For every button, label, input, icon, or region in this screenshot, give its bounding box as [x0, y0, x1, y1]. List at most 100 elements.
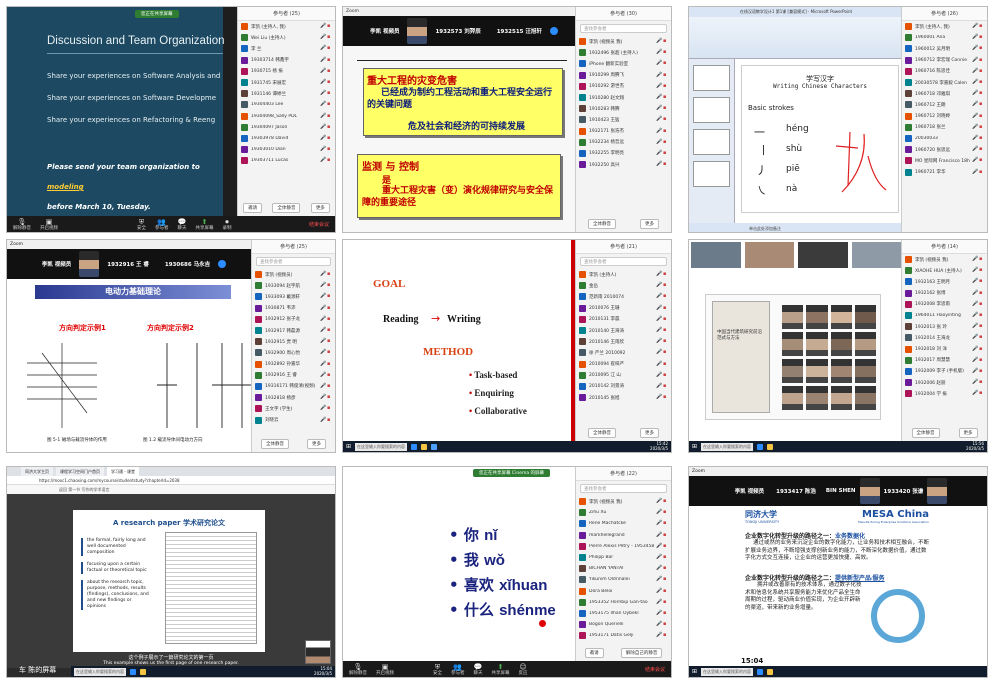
participants-button[interactable]: 👥 参与者	[155, 218, 169, 231]
taskbar-search[interactable]: 在这里输入你要搜索的内容	[701, 442, 754, 451]
camera-off-icon[interactable]: ▪	[663, 139, 668, 145]
mic-muted-icon[interactable]: 🎤	[972, 368, 978, 374]
camera-off-icon[interactable]: ▪	[663, 339, 668, 344]
mic-muted-icon[interactable]: 🎤	[320, 46, 326, 51]
mic-muted-icon[interactable]: 🎤	[320, 80, 326, 85]
camera-off-icon[interactable]: ▪	[327, 113, 332, 119]
camera-off-icon[interactable]: ▪	[663, 272, 668, 277]
mic-muted-icon[interactable]: 🎤	[656, 339, 662, 344]
camera-off-icon[interactable]: ▪	[327, 158, 332, 163]
participant-row[interactable]: 1932916 王 睿 🎤 ▪	[252, 370, 335, 381]
more-button[interactable]: 更多	[310, 203, 330, 213]
more-button[interactable]: 更多	[640, 428, 659, 438]
app-icon-edge[interactable]	[757, 443, 764, 450]
participant-row[interactable]: 1932008 李思雨 🎤 ▪	[902, 299, 987, 310]
mic-muted-icon[interactable]: 🎤	[972, 24, 978, 29]
participant-row[interactable]: 19303711 Lucas 🎤 ▪	[238, 155, 335, 166]
video-tile-host[interactable]: 李凯 视频员	[362, 16, 407, 46]
camera-off-icon[interactable]: ▪	[327, 80, 332, 85]
unmute-self-button[interactable]: 解除自己的静音	[620, 648, 663, 658]
camera-off-icon[interactable]: ▪	[327, 147, 332, 152]
participant-row[interactable]: 19304097 Jason 🎤 ▪	[238, 122, 335, 133]
participant-row[interactable]: 1931745 宋展宏 🎤 ▪	[238, 77, 335, 88]
camera-off-icon[interactable]: ▪	[327, 406, 332, 411]
camera-off-icon[interactable]: ▪	[327, 24, 332, 29]
video-thumb-1[interactable]	[691, 242, 741, 268]
mic-muted-icon[interactable]: 🎤	[320, 135, 326, 141]
app-icon-folder[interactable]	[421, 443, 428, 450]
camera-off-icon[interactable]: ▪	[327, 272, 332, 277]
tab-2[interactable]: 课程学习空间门户首页	[56, 467, 104, 476]
mic-muted-icon[interactable]: 🎤	[320, 383, 326, 389]
participant-row[interactable]: 1932006 赵丽 🎤 ▪	[902, 377, 987, 388]
participant-row[interactable]: 李凯 (视频员 我) 🎤 ▪	[576, 496, 671, 507]
thumb-4[interactable]	[693, 161, 730, 187]
participant-row[interactable]: markhellegrand 🎤 ▪	[576, 530, 671, 541]
mic-muted-icon[interactable]: 🎤	[656, 577, 662, 582]
video-tile-2[interactable]: 1933417 陈浩	[770, 476, 822, 506]
camera-off-icon[interactable]: ▪	[327, 46, 332, 51]
security-button[interactable]: ⛨ 安全	[433, 663, 442, 676]
camera-off-icon[interactable]: ▪	[979, 169, 984, 175]
camera-off-icon[interactable]: ▪	[979, 335, 984, 340]
mic-muted-icon[interactable]: 🎤	[972, 335, 978, 340]
participant-row[interactable]: 2010142 刘景涛 🎤 ▪	[576, 381, 671, 392]
participant-row[interactable]: 2010131 李晨 🎤 ▪	[576, 314, 671, 325]
participant-row[interactable]: 19303978 David 🎤 ▪	[238, 133, 335, 144]
participant-row[interactable]: 王文宇 (学生) 🎤 ▪	[252, 403, 335, 414]
mic-muted-icon[interactable]: 🎤	[320, 372, 326, 378]
camera-off-icon[interactable]: ▪	[327, 35, 332, 40]
participant-row[interactable]: 刘晓云 🎤 ▪	[252, 414, 335, 425]
mic-muted-icon[interactable]: 🎤	[656, 128, 662, 134]
mic-muted-icon[interactable]: 🎤	[320, 406, 326, 411]
reactions-button[interactable]: ☺ 反应	[519, 663, 528, 676]
end-meeting-button[interactable]: 结束会议	[309, 221, 329, 228]
mic-muted-icon[interactable]: 🎤	[972, 57, 978, 63]
camera-off-icon[interactable]: ▪	[979, 324, 984, 329]
invite-button[interactable]: 邀请	[584, 648, 604, 658]
next-video-icon[interactable]	[218, 260, 227, 268]
participant-row[interactable]: Yikunim Oldrinalei 🎤 ▪	[576, 574, 671, 585]
camera-off-icon[interactable]: ▪	[327, 417, 332, 423]
video-tile-3[interactable]: 1930686 马永吉	[157, 249, 218, 279]
mic-muted-icon[interactable]: 🎤	[656, 350, 662, 355]
participant-row[interactable]: 范新雨 2010074 🎤 ▪	[576, 291, 671, 302]
tab-1[interactable]: 同济大学主页	[21, 467, 53, 476]
mic-muted-icon[interactable]: 🎤	[656, 294, 662, 299]
mic-muted-icon[interactable]: 🎤	[656, 139, 662, 145]
mic-muted-icon[interactable]: 🎤	[320, 316, 326, 322]
video-thumb-2[interactable]	[744, 242, 794, 268]
camera-off-icon[interactable]: ▪	[979, 391, 984, 396]
mic-muted-icon[interactable]: 🎤	[656, 383, 662, 389]
participant-row[interactable]: 1932163 王明月 🎤 ▪	[902, 276, 987, 287]
camera-off-icon[interactable]: ▪	[663, 633, 668, 638]
mic-muted-icon[interactable]: 🎤	[972, 102, 978, 107]
participant-row[interactable]: 1932171 张浩杰 🎤 ▪	[576, 126, 671, 137]
camera-off-icon[interactable]: ▪	[327, 361, 332, 367]
camera-off-icon[interactable]: ▪	[979, 301, 984, 307]
camera-off-icon[interactable]: ▪	[327, 339, 332, 344]
participant-row[interactable]: 19304098_Sally PDL 🎤 ▪	[238, 111, 335, 122]
mic-muted-icon[interactable]: 🎤	[656, 599, 662, 605]
participant-row[interactable]: 2010145 张旭 🎤 ▪	[576, 392, 671, 403]
camera-off-icon[interactable]: ▪	[979, 158, 984, 163]
participant-row[interactable]: 李凯 (视频员 我) 🎤 ▪	[902, 254, 987, 265]
mic-muted-icon[interactable]: 🎤	[320, 147, 326, 152]
participant-row[interactable]: 19316171 韩俊清(视频) 🎤 ▪	[252, 381, 335, 392]
mic-muted-icon[interactable]: 🎤	[320, 395, 326, 400]
camera-off-icon[interactable]: ▪	[663, 610, 668, 616]
participant-row[interactable]: 1960712 王朗 🎤 ▪	[902, 99, 987, 110]
participant-row[interactable]: 1910423 王猛 🎤 ▪	[576, 114, 671, 125]
camera-off-icon[interactable]: ▪	[979, 346, 984, 352]
participant-row[interactable]: Bogon Querielli 🎤 ▪	[576, 619, 671, 630]
camera-off-icon[interactable]: ▪	[979, 257, 984, 262]
camera-off-icon[interactable]: ▪	[327, 383, 332, 389]
app-icon-folder[interactable]	[767, 668, 774, 675]
camera-off-icon[interactable]: ▪	[327, 135, 332, 141]
taskbar-search[interactable]: 在这里输入你要搜索的内容	[355, 442, 408, 451]
mic-muted-icon[interactable]: 🎤	[972, 313, 978, 318]
mic-muted-icon[interactable]: 🎤	[972, 124, 978, 130]
camera-off-icon[interactable]: ▪	[663, 521, 668, 526]
mic-muted-icon[interactable]: 🎤	[320, 305, 326, 311]
camera-off-icon[interactable]: ▪	[663, 599, 668, 605]
